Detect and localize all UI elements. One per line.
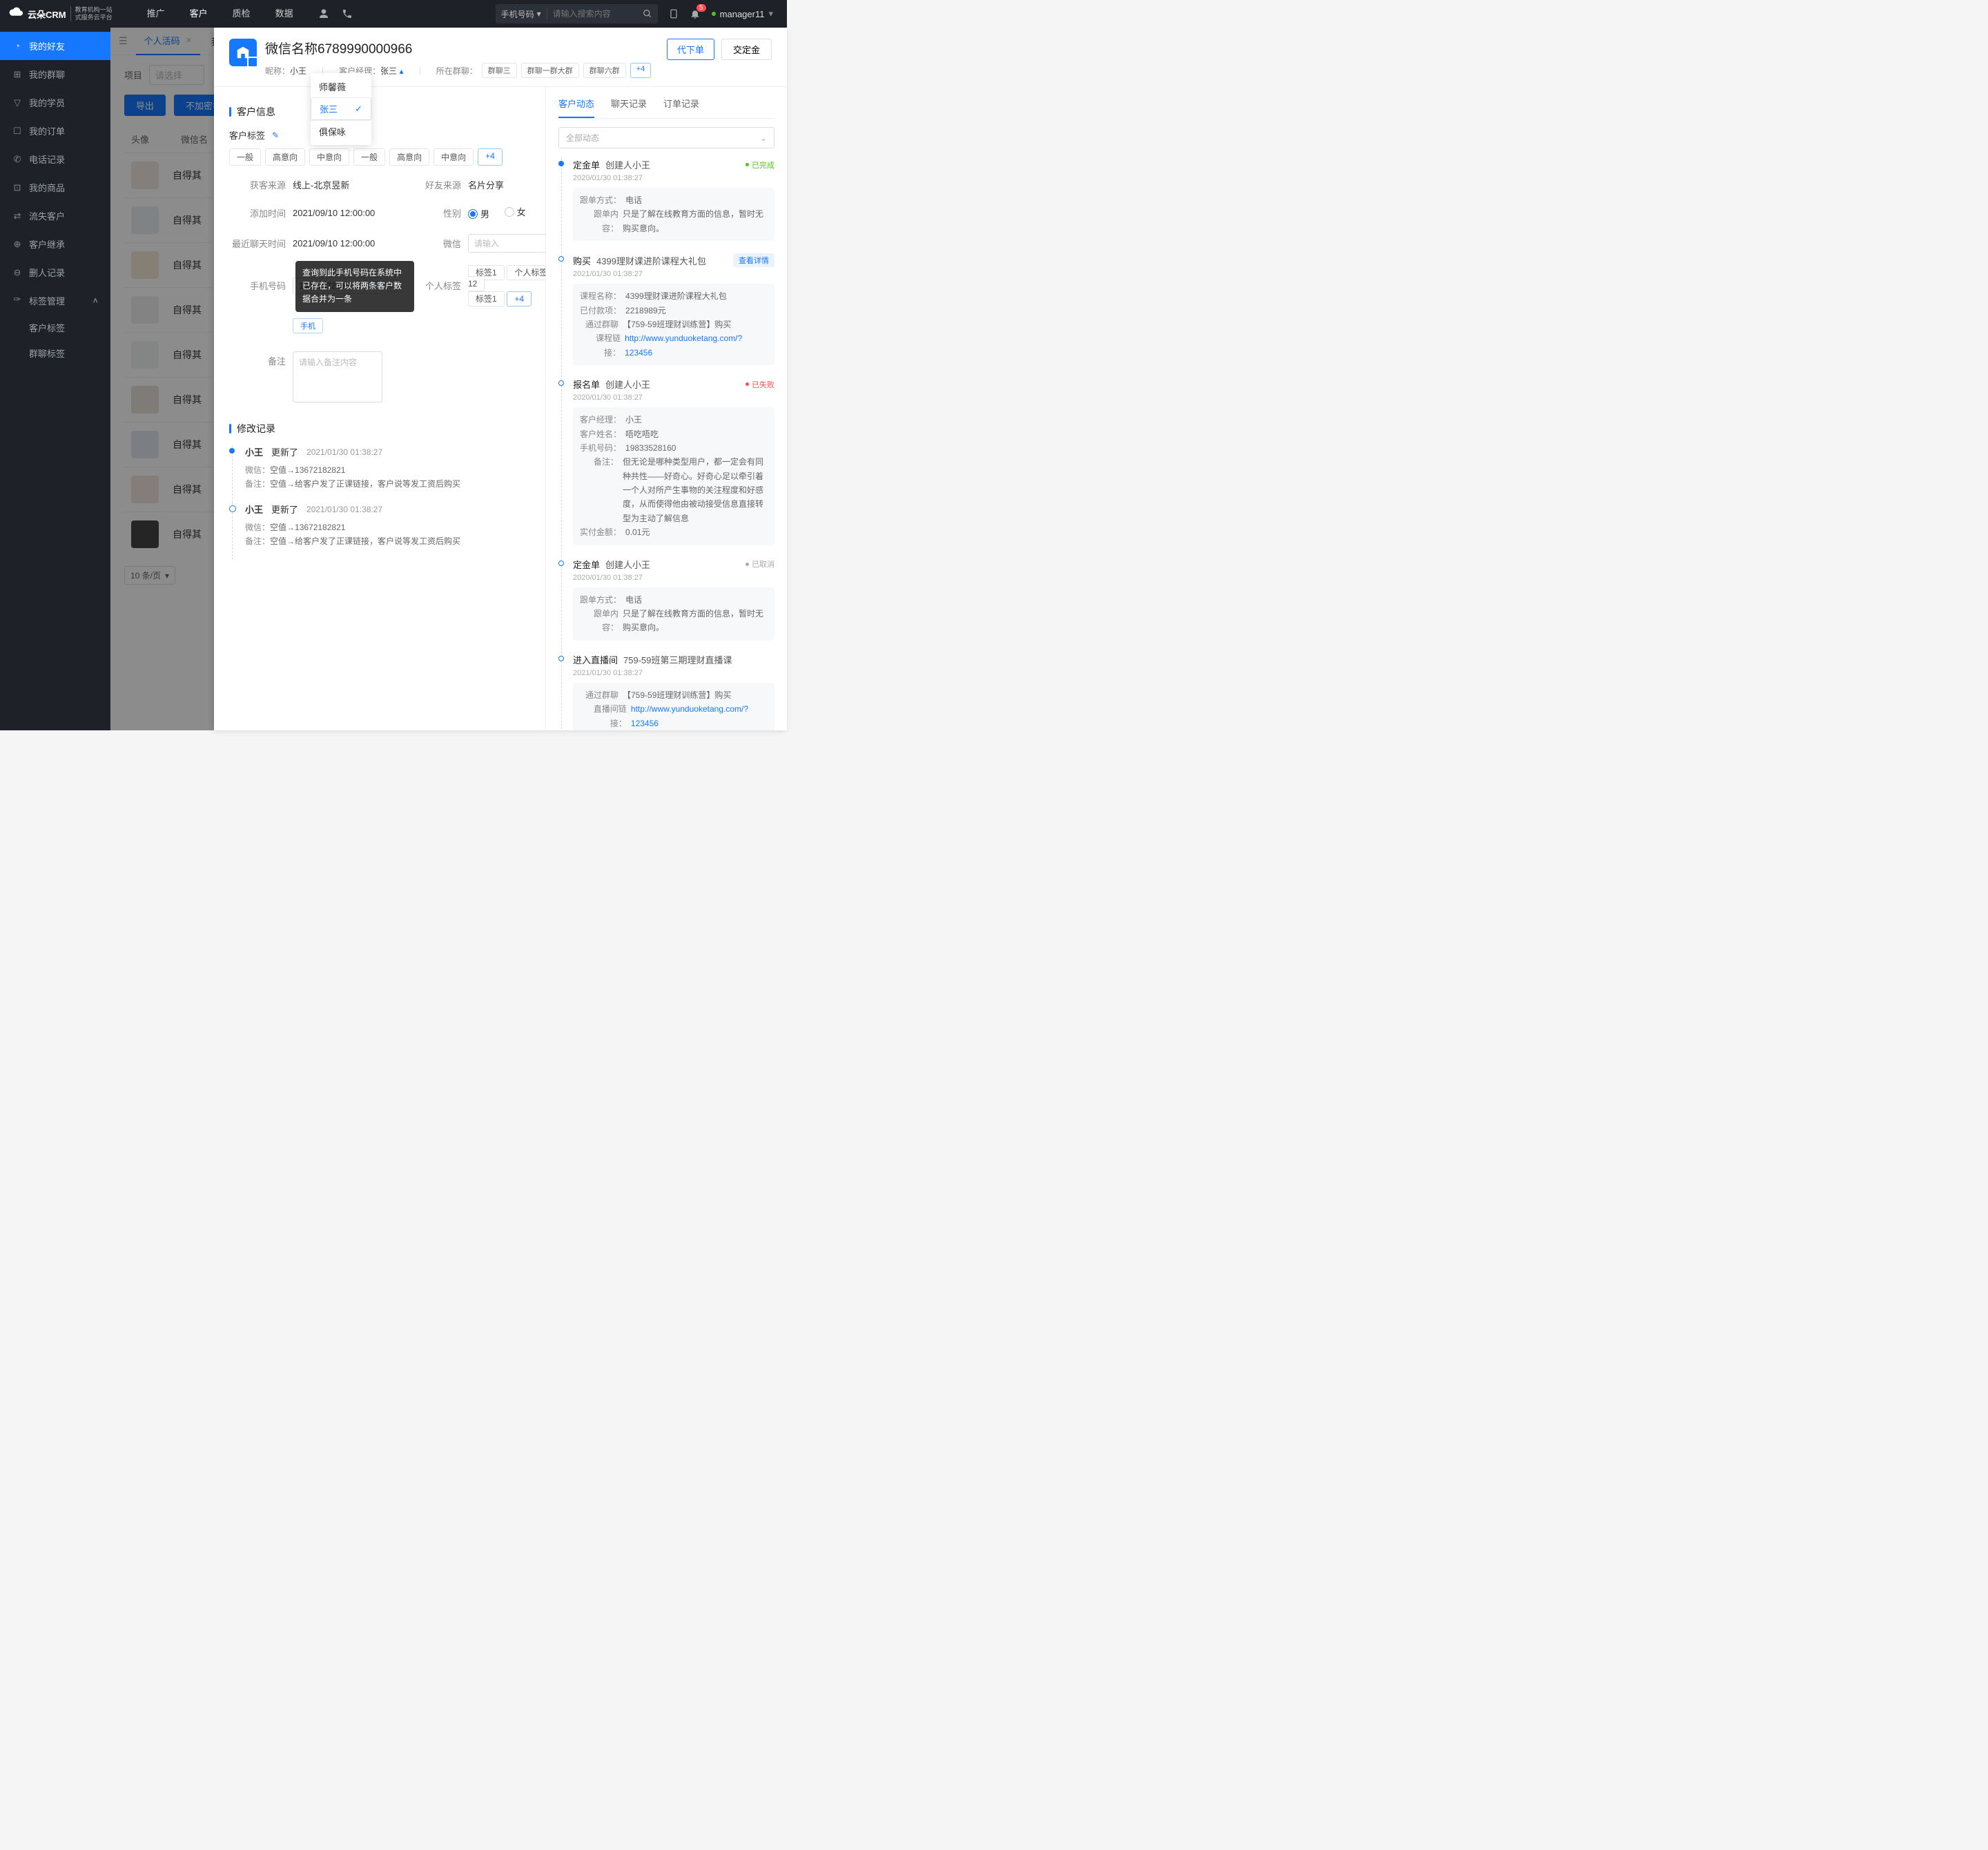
nav-qc[interactable]: 质检 [220, 0, 263, 28]
sidebar-group-tags[interactable]: 群聊标签 [0, 340, 110, 366]
mobile-icon[interactable] [669, 8, 679, 20]
sidebar-inherit[interactable]: ⊕客户继承 [0, 230, 110, 258]
customer-tag[interactable]: 一般 [229, 148, 261, 166]
sidebar-calls[interactable]: ✆电话记录 [0, 145, 110, 173]
search-button[interactable] [637, 9, 658, 19]
log-item: 小王更新了2021/01/30 01:38:27微信：空值→1367218282… [232, 503, 530, 560]
customer-title: 微信名称6789990000966 [265, 39, 667, 57]
personal-tag-more[interactable]: +4 [507, 291, 532, 306]
nav-customer[interactable]: 客户 [177, 0, 220, 28]
group-chip[interactable]: 群聊六群 [583, 63, 626, 78]
customer-tag[interactable]: 高意向 [389, 148, 429, 166]
content: ☰ 个人活码✕ 我 项目请选择 运营期次请选择 导出 不加密导出 头像微信名 自… [110, 28, 787, 730]
search: 手机号码▾ [496, 4, 658, 23]
timeline-item: 定金单创建人小王已取消2020/01/30 01:38:27跟单方式：电话跟单内… [562, 558, 774, 653]
nav: 推广 客户 质检 数据 [135, 0, 306, 28]
view-detail-link[interactable]: 查看详情 [733, 253, 774, 267]
tag-more[interactable]: +4 [478, 148, 503, 166]
section-changelog-title: 修改记录 [237, 422, 275, 436]
customer-drawer: 微信名称6789990000966 昵称：小王 | 客户经理：张三 ▴ | 所在… [214, 28, 787, 730]
group-chip[interactable]: 群聊一群大群 [521, 63, 579, 78]
gender-male[interactable]: 男 [468, 207, 489, 220]
personal-tag[interactable]: 标签1 [468, 291, 505, 306]
sidebar-lost[interactable]: ⇄流失客户 [0, 202, 110, 230]
logo: 云朵CRM 教育机构一站式服务云平台 [0, 6, 121, 21]
remark-input[interactable]: 请输入备注内容 [293, 351, 382, 402]
sidebar-delete[interactable]: ⊖删人记录 [0, 258, 110, 286]
phone-tag[interactable]: 手机 [293, 318, 323, 333]
wechat-input[interactable]: 请输入 [468, 234, 545, 253]
tab-orders[interactable]: 订单记录 [663, 97, 699, 118]
search-input[interactable] [547, 9, 637, 19]
dropdown-option[interactable]: 张三✓ [311, 97, 371, 120]
sidebar-students[interactable]: ▽我的学员 [0, 88, 110, 117]
badge: 5 [696, 4, 706, 12]
tab-activity[interactable]: 客户动态 [558, 97, 594, 118]
sidebar: ◔我的好友 ⊞我的群聊 ▽我的学员 ☐我的订单 ✆电话记录 ⊡我的商品 ⇄流失客… [0, 28, 110, 730]
timeline-item: 报名单创建人小王已失败2020/01/30 01:38:27客户经理：小王客户姓… [562, 378, 774, 558]
timeline-item: 购买4399理财课进阶课程大礼包查看详情2021/01/30 01:38:27课… [562, 253, 774, 378]
sidebar-friends[interactable]: ◔我的好友 [0, 32, 110, 60]
deposit-button[interactable]: 交定金 [721, 39, 772, 60]
activity-filter[interactable]: 全部动态⌄ [558, 127, 774, 148]
customer-tag[interactable]: 中意向 [309, 148, 349, 166]
customer-tag[interactable]: 中意向 [433, 148, 474, 166]
manager-dropdown: 师馨薇 张三✓ 俱保咏 [311, 73, 371, 145]
notifications[interactable]: 5 [690, 8, 701, 19]
topbar: 云朵CRM 教育机构一站式服务云平台 推广 客户 质检 数据 手机号码▾ 5 m… [0, 0, 787, 28]
sidebar-tags[interactable]: ✑标签管理˄ [0, 286, 110, 315]
dropdown-option[interactable]: 俱保咏 [311, 120, 371, 142]
customer-avatar [229, 39, 257, 66]
log-item: 小王更新了2021/01/30 01:38:27微信：空值→1367218282… [232, 445, 530, 503]
sidebar-orders[interactable]: ☐我的订单 [0, 117, 110, 145]
tab-chat[interactable]: 聊天记录 [611, 97, 647, 118]
phone-duplicate-tooltip: 查询到此手机号码在系统中已存在，可以将两条客户数据合并为一条 [295, 261, 414, 312]
nav-data[interactable]: 数据 [263, 0, 306, 28]
sidebar-goods[interactable]: ⊡我的商品 [0, 173, 110, 202]
customer-tag[interactable]: 一般 [353, 148, 385, 166]
group-chip[interactable]: 群聊三 [482, 63, 517, 78]
sidebar-groups[interactable]: ⊞我的群聊 [0, 60, 110, 88]
sidebar-customer-tags[interactable]: 客户标签 [0, 315, 110, 340]
customer-tag[interactable]: 高意向 [265, 148, 305, 166]
user-menu[interactable]: manager11▾ [712, 8, 773, 19]
edit-tags-icon[interactable]: ✎ [272, 130, 279, 140]
nav-promo[interactable]: 推广 [135, 0, 177, 28]
customer-tags-label: 客户标签 [229, 128, 265, 142]
gender-female[interactable]: 女 [505, 205, 526, 218]
check-icon: ✓ [355, 104, 362, 115]
timeline-item: 定金单创建人小王已完成2020/01/30 01:38:27跟单方式：电话跟单内… [562, 158, 774, 253]
place-order-button[interactable]: 代下单 [667, 39, 714, 60]
logo-icon [8, 6, 23, 21]
section-info-title: 客户信息 [237, 105, 275, 119]
group-more[interactable]: +4 [630, 63, 652, 78]
user-icon[interactable] [318, 8, 329, 19]
search-type-select[interactable]: 手机号码▾ [496, 8, 547, 20]
timeline-item: 进入直播间759-59班第三期理财直播课2021/01/30 01:38:27通… [562, 653, 774, 730]
phone-icon[interactable] [342, 8, 353, 19]
dropdown-option[interactable]: 师馨薇 [311, 76, 371, 97]
